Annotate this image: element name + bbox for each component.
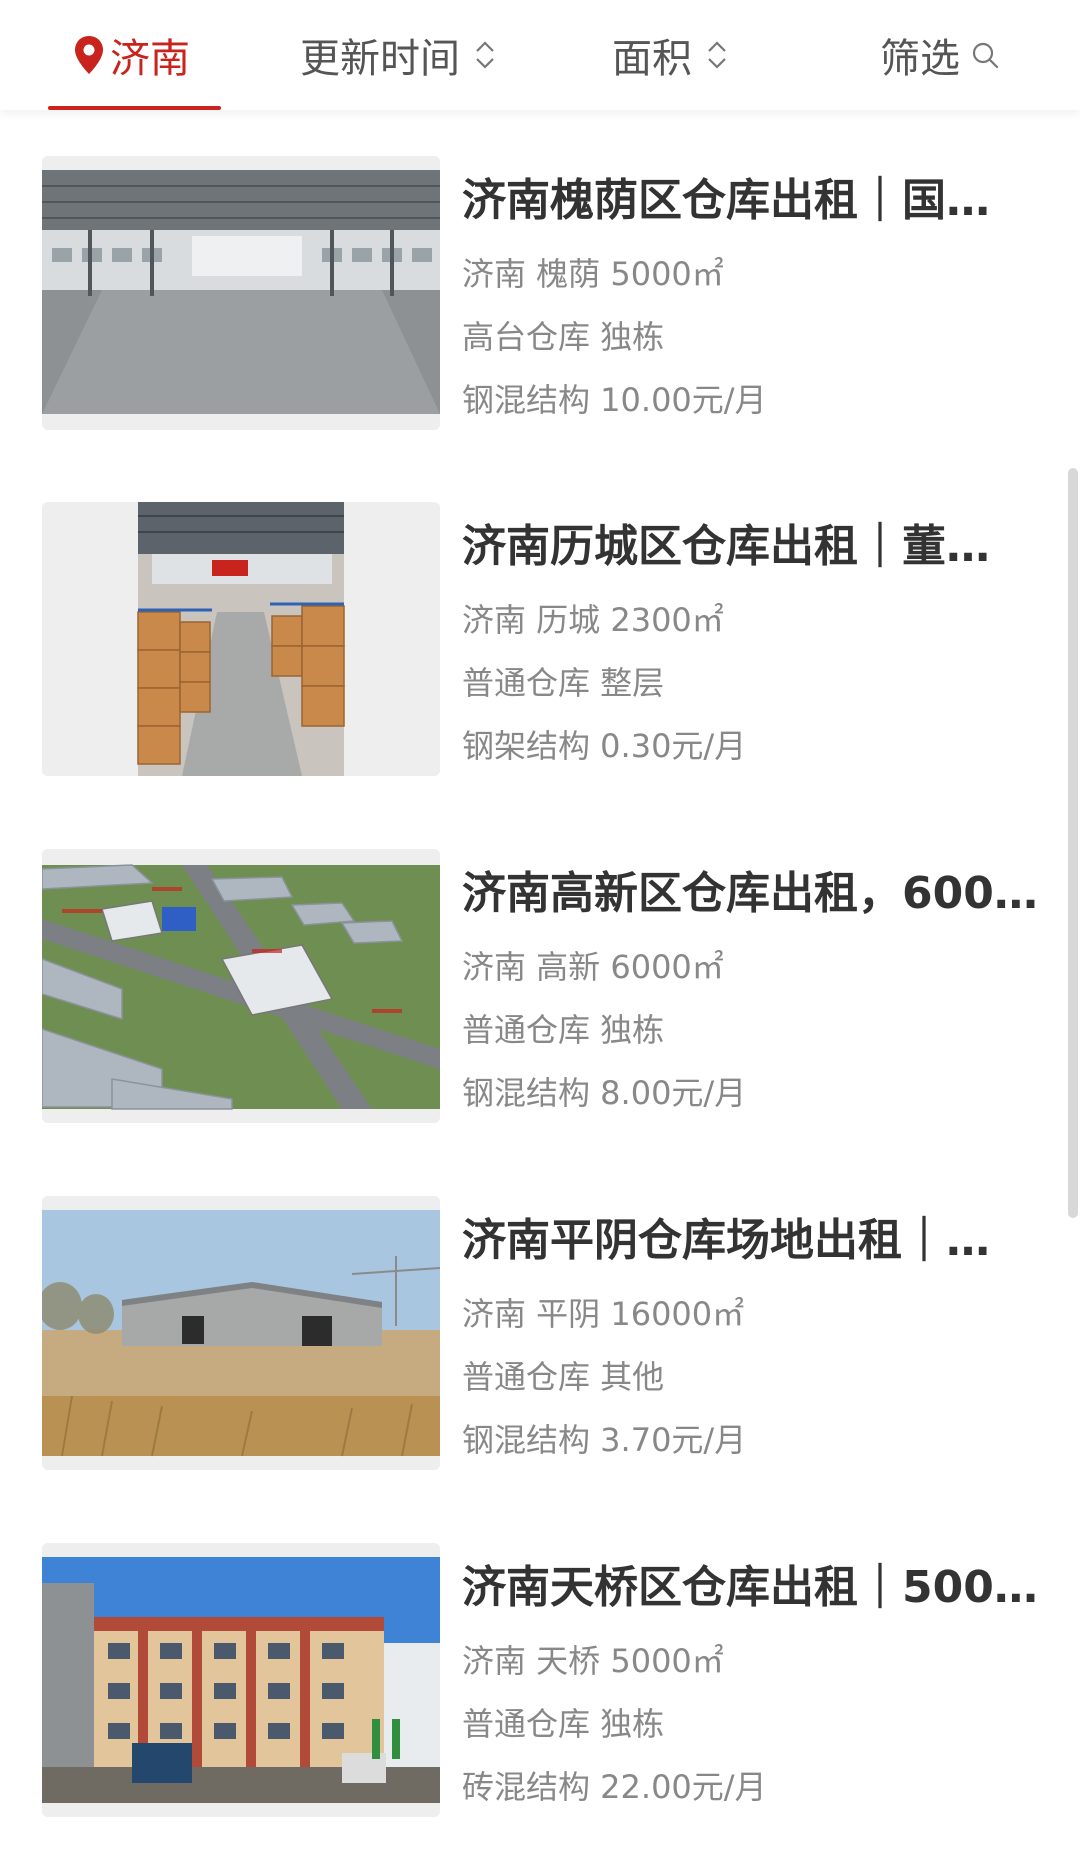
listing-location: 济南 平阴 16000㎡ <box>462 1295 745 1333</box>
update-time-label: 更新时间 <box>300 36 460 82</box>
listing-title[interactable]: 济南历城区仓库出租｜董… <box>462 520 1042 574</box>
filter-label: 筛选 <box>880 36 960 82</box>
listing-card[interactable]: 济南天桥区仓库出租｜500… 济南 天桥 5000㎡ 普通仓库 独栋 砖混结构 … <box>0 1543 1080 1833</box>
listing-thumbnail <box>42 849 440 1123</box>
update-time-sort-tab[interactable]: 更新时间 <box>300 0 496 110</box>
listing-title[interactable]: 济南天桥区仓库出租｜500… <box>462 1561 1042 1615</box>
search-icon <box>972 42 999 69</box>
listing-card[interactable]: 济南历城区仓库出租｜董… 济南 历城 2300㎡ 普通仓库 整层 钢架结构 0.… <box>0 502 1080 792</box>
listing-card[interactable]: 济南平阴仓库场地出租｜… 济南 平阴 16000㎡ 普通仓库 其他 钢混结构 3… <box>0 1196 1080 1486</box>
listing-price: 钢混结构 10.00元/月 <box>462 381 767 419</box>
listing-price: 钢混结构 3.70元/月 <box>462 1421 747 1459</box>
listing-card[interactable]: 济南槐荫区仓库出租｜国… 济南 槐荫 5000㎡ 高台仓库 独栋 钢混结构 10… <box>0 156 1080 446</box>
listing-title[interactable]: 济南高新区仓库出租，600… <box>462 867 1042 921</box>
area-label: 面积 <box>612 36 692 82</box>
listing-type: 普通仓库 其他 <box>462 1358 665 1396</box>
listing-location: 济南 历城 2300㎡ <box>462 601 724 639</box>
listing-card[interactable]: 济南高新区仓库出租，600… 济南 高新 6000㎡ 普通仓库 独栋 钢混结构 … <box>0 849 1080 1139</box>
warehouse-listing-page: 济南 更新时间 面积 筛选 济南槐荫区仓库出租｜国… 济南 槐荫 5000㎡ 高… <box>0 0 1080 1869</box>
listing-title[interactable]: 济南平阴仓库场地出租｜… <box>462 1214 1042 1268</box>
listing-thumbnail <box>42 502 440 776</box>
active-tab-indicator <box>48 106 221 110</box>
warehouse-exterior-image <box>42 1196 440 1470</box>
listing-location: 济南 槐荫 5000㎡ <box>462 255 724 293</box>
listing-location: 济南 天桥 5000㎡ <box>462 1642 724 1680</box>
warehouse-boxes-image <box>42 502 440 776</box>
sort-updown-icon <box>708 41 726 69</box>
city-filter-label: 济南 <box>110 36 190 82</box>
listing-thumbnail <box>42 1196 440 1470</box>
city-filter-tab[interactable]: 济南 <box>72 0 190 110</box>
industrial-park-render-image <box>42 849 440 1123</box>
listing-type: 普通仓库 整层 <box>462 664 665 702</box>
area-sort-tab[interactable]: 面积 <box>612 0 728 110</box>
listing-price: 钢架结构 0.30元/月 <box>462 727 747 765</box>
factory-building-image <box>42 1543 440 1817</box>
filter-bar: 济南 更新时间 面积 筛选 <box>0 0 1080 110</box>
filter-tab[interactable]: 筛选 <box>880 0 1000 110</box>
sort-updown-icon <box>476 41 494 69</box>
listing-price: 钢混结构 8.00元/月 <box>462 1074 747 1112</box>
listing-thumbnail <box>42 156 440 430</box>
listing-type: 高台仓库 独栋 <box>462 318 665 356</box>
listing-type: 普通仓库 独栋 <box>462 1011 665 1049</box>
listing-title[interactable]: 济南槐荫区仓库出租｜国… <box>462 174 1042 228</box>
listing-type: 普通仓库 独栋 <box>462 1705 665 1743</box>
listing-price: 砖混结构 22.00元/月 <box>462 1768 767 1806</box>
listing-location: 济南 高新 6000㎡ <box>462 948 724 986</box>
location-pin-icon <box>75 36 103 74</box>
scrollbar[interactable] <box>1068 468 1078 1218</box>
listing-thumbnail <box>42 1543 440 1817</box>
warehouse-interior-image <box>42 156 440 430</box>
